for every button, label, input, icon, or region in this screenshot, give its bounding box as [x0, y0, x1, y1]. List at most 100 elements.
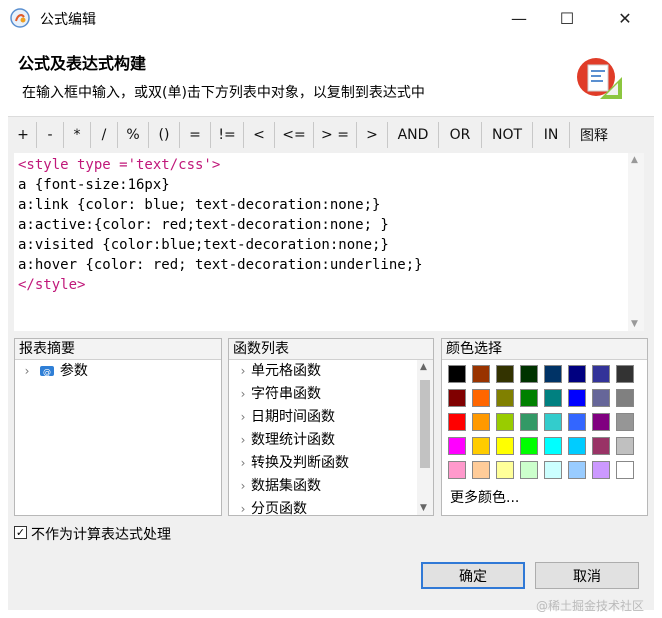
color-swatch[interactable]: [568, 461, 586, 479]
close-button[interactable]: ✕: [602, 0, 648, 36]
function-item[interactable]: › 数据集函数: [235, 475, 321, 498]
op-and-button[interactable]: AND: [388, 122, 439, 148]
op-not-button[interactable]: NOT: [482, 122, 533, 148]
editor-scrollbar[interactable]: ▲ ▼: [628, 153, 644, 331]
code-line: a:hover {color: red; text-decoration:und…: [18, 257, 423, 273]
color-swatch[interactable]: [496, 437, 514, 455]
color-swatch[interactable]: [520, 389, 538, 407]
function-item[interactable]: › 日期时间函数: [235, 406, 335, 429]
color-swatch[interactable]: [448, 389, 466, 407]
color-swatch[interactable]: [472, 365, 490, 383]
minimize-button[interactable]: —: [496, 0, 542, 36]
chevron-right-icon[interactable]: ›: [19, 360, 35, 383]
function-item[interactable]: › 单元格函数: [235, 360, 321, 383]
code-line: a:active:{color: red;text-decoration:non…: [18, 217, 389, 233]
function-scrollbar[interactable]: ▲ ▼: [417, 360, 433, 515]
function-item[interactable]: › 转换及判断函数: [235, 452, 349, 475]
color-swatch[interactable]: [544, 365, 562, 383]
expression-editor[interactable]: <style type ='text/css'> a {font-size:16…: [14, 153, 628, 331]
chevron-right-icon[interactable]: ›: [235, 475, 251, 498]
chevron-right-icon[interactable]: ›: [235, 406, 251, 429]
tree-item-label: 参数: [59, 363, 88, 379]
function-item-label: 数理统计函数: [251, 432, 335, 448]
function-item[interactable]: › 数理统计函数: [235, 429, 335, 452]
op-in-button[interactable]: IN: [533, 122, 570, 148]
scroll-up-icon[interactable]: ▲: [631, 155, 638, 165]
color-swatch[interactable]: [448, 413, 466, 431]
color-swatch[interactable]: [592, 413, 610, 431]
color-swatch[interactable]: [472, 437, 490, 455]
color-swatch[interactable]: [616, 461, 634, 479]
function-item-label: 分页函数: [251, 501, 307, 515]
color-swatch[interactable]: [448, 461, 466, 479]
scroll-thumb[interactable]: [420, 380, 430, 468]
color-swatch[interactable]: [496, 413, 514, 431]
svg-text:@: @: [43, 368, 51, 377]
function-item-label: 转换及判断函数: [251, 455, 349, 471]
tree-item-params[interactable]: › @ 参数: [19, 360, 88, 383]
color-swatch[interactable]: [496, 389, 514, 407]
color-swatch[interactable]: [496, 461, 514, 479]
op-not-equals-button[interactable]: !=: [211, 122, 244, 148]
color-swatch[interactable]: [544, 461, 562, 479]
op-multiply-button[interactable]: *: [64, 122, 91, 148]
op-minus-button[interactable]: -: [37, 122, 64, 148]
color-swatch[interactable]: [472, 389, 490, 407]
op-less-equal-button[interactable]: <=: [275, 122, 314, 148]
chevron-right-icon[interactable]: ›: [235, 383, 251, 406]
color-swatch[interactable]: [520, 437, 538, 455]
cancel-button[interactable]: 取消: [535, 562, 639, 589]
op-greater-equal-button[interactable]: > =: [314, 122, 357, 148]
dialog-title: 公式及表达式构建: [18, 54, 147, 73]
param-icon: @: [40, 366, 55, 377]
color-swatch[interactable]: [496, 365, 514, 383]
chevron-right-icon[interactable]: ›: [235, 360, 251, 383]
color-swatch[interactable]: [568, 437, 586, 455]
color-swatch[interactable]: [472, 461, 490, 479]
op-legend-button[interactable]: 图释: [570, 122, 618, 148]
color-swatch[interactable]: [520, 461, 538, 479]
op-less-than-button[interactable]: <: [244, 122, 275, 148]
color-swatch[interactable]: [544, 413, 562, 431]
color-swatch[interactable]: [448, 365, 466, 383]
color-swatch[interactable]: [448, 437, 466, 455]
color-swatch[interactable]: [592, 461, 610, 479]
scroll-down-icon[interactable]: ▼: [631, 319, 638, 329]
color-swatch[interactable]: [568, 365, 586, 383]
scroll-down-icon[interactable]: ▼: [420, 503, 427, 513]
op-divide-button[interactable]: /: [91, 122, 118, 148]
op-greater-than-button[interactable]: >: [357, 122, 388, 148]
more-colors-link[interactable]: 更多颜色...: [450, 487, 519, 507]
color-swatch[interactable]: [520, 365, 538, 383]
color-swatch[interactable]: [616, 365, 634, 383]
ok-button[interactable]: 确定: [421, 562, 525, 589]
color-swatch[interactable]: [568, 413, 586, 431]
color-swatch[interactable]: [568, 389, 586, 407]
chevron-right-icon[interactable]: ›: [235, 452, 251, 475]
scroll-up-icon[interactable]: ▲: [420, 362, 427, 372]
maximize-button[interactable]: ☐: [544, 0, 590, 36]
color-swatch[interactable]: [592, 365, 610, 383]
color-swatch[interactable]: [544, 437, 562, 455]
color-swatch[interactable]: [616, 437, 634, 455]
color-swatch[interactable]: [520, 413, 538, 431]
chevron-right-icon[interactable]: ›: [235, 429, 251, 452]
color-swatch[interactable]: [472, 413, 490, 431]
color-swatch[interactable]: [544, 389, 562, 407]
op-or-button[interactable]: OR: [439, 122, 482, 148]
op-equals-button[interactable]: =: [180, 122, 211, 148]
function-item[interactable]: › 分页函数: [235, 498, 307, 515]
function-item-label: 单元格函数: [251, 363, 321, 379]
function-panel-title: 函数列表: [229, 339, 433, 360]
op-plus-button[interactable]: +: [10, 122, 37, 148]
op-modulo-button[interactable]: %: [118, 122, 149, 148]
color-panel-title: 颜色选择: [442, 339, 647, 360]
color-swatch[interactable]: [592, 437, 610, 455]
color-swatch[interactable]: [616, 389, 634, 407]
op-parentheses-button[interactable]: (): [149, 122, 180, 148]
chevron-right-icon[interactable]: ›: [235, 498, 251, 515]
no-calc-checkbox[interactable]: ✓: [14, 526, 27, 539]
color-swatch[interactable]: [592, 389, 610, 407]
color-swatch[interactable]: [616, 413, 634, 431]
function-item[interactable]: › 字符串函数: [235, 383, 321, 406]
